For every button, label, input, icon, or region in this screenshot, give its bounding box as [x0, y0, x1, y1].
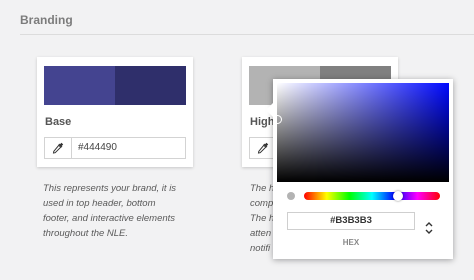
picker-hex-input[interactable]: #B3B3B3: [287, 212, 415, 230]
description-line: used in top header, bottom: [43, 198, 156, 209]
color-mode-label: HEX: [342, 238, 360, 247]
base-swatch-primary[interactable]: [44, 66, 115, 105]
hue-slider[interactable]: [304, 192, 440, 200]
description-line: This represents your brand, it is: [43, 183, 177, 194]
description-line: footer, and interactive elements: [43, 213, 176, 224]
base-description: This represents your brand, it is used i…: [43, 181, 193, 241]
section-title: Branding: [20, 13, 73, 27]
saturation-value-area[interactable]: [273, 83, 449, 182]
saturation-handle[interactable]: [273, 115, 282, 124]
color-preview-dot: [287, 192, 295, 200]
mode-toggle-icon[interactable]: [424, 220, 438, 236]
hue-slider-handle[interactable]: [393, 191, 403, 201]
base-hex-field[interactable]: #444490: [44, 137, 186, 159]
highlight-label: High: [250, 116, 275, 128]
base-hex-value: #444490: [78, 142, 117, 153]
popover-arrow: [266, 103, 273, 117]
color-picker-popover: #B3B3B3 HEX: [266, 79, 453, 259]
section-divider: [20, 34, 474, 35]
base-swatch-dark[interactable]: [115, 66, 186, 105]
base-color-card: Base #444490: [37, 57, 193, 167]
description-line: throughout the NLE.: [43, 228, 129, 239]
base-label: Base: [45, 116, 72, 128]
eyedropper-icon[interactable]: [45, 138, 72, 158]
